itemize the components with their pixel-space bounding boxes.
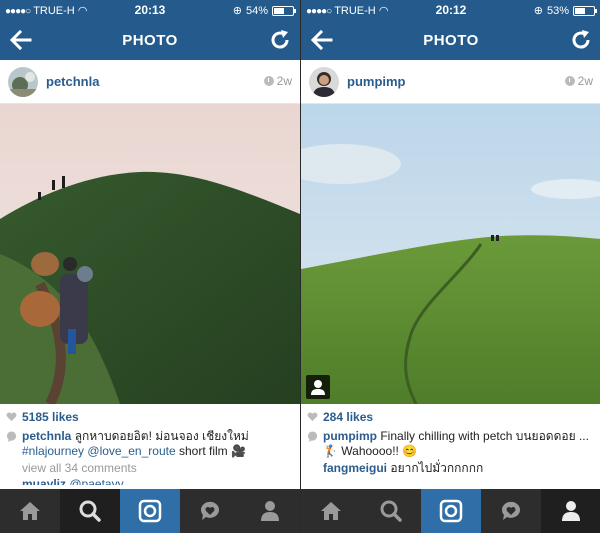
tab-activity[interactable] bbox=[481, 489, 541, 533]
activity-icon bbox=[501, 501, 520, 520]
post-header: pumpimp 2w bbox=[301, 60, 600, 104]
comment-username[interactable]: fangmeigui bbox=[323, 461, 387, 475]
tab-bar bbox=[0, 489, 300, 533]
post-caption: petchnla ลูกหาบดอยอิต! ม่อนจอง เชียงใหม่… bbox=[6, 429, 294, 459]
post-header: petchnla 2w bbox=[0, 60, 300, 104]
phone-screen-right: ●●●●○TRUE-H ◠ 20:12 ⊕ 53% PHOTO pumpimp bbox=[300, 0, 600, 533]
battery-indicator: ⊕ 53% bbox=[533, 4, 597, 17]
page-title: PHOTO bbox=[423, 32, 479, 49]
comment-bubble-icon bbox=[307, 431, 318, 442]
refresh-icon[interactable] bbox=[569, 28, 593, 52]
status-bar: ●●●●○ TRUE-H ◠ 20:13 ⊕ 54% bbox=[0, 0, 300, 20]
post-timestamp: 2w bbox=[263, 74, 292, 88]
comment: fangmeigui อยากไปมั่วกกกกก bbox=[323, 461, 595, 476]
tab-search[interactable] bbox=[361, 489, 421, 533]
home-icon bbox=[20, 502, 40, 520]
post-caption: pumpimp Finally chilling with petch บนยอ… bbox=[307, 429, 595, 459]
page-title: PHOTO bbox=[122, 32, 178, 49]
caption-username[interactable]: pumpimp bbox=[323, 429, 377, 443]
post-time-text: 2w bbox=[577, 74, 593, 88]
profile-icon bbox=[261, 501, 279, 521]
caption-text: pumpimp Finally chilling with petch บนยอ… bbox=[323, 429, 595, 459]
tab-home[interactable] bbox=[0, 489, 60, 533]
search-icon bbox=[79, 500, 101, 522]
heart-icon bbox=[307, 412, 318, 422]
hashtag-link[interactable]: #nlajourney bbox=[22, 444, 84, 458]
battery-indicator: ⊕ 54% bbox=[232, 4, 296, 17]
search-icon bbox=[380, 500, 402, 522]
post-username[interactable]: petchnla bbox=[46, 74, 99, 89]
post-photo[interactable] bbox=[301, 104, 600, 404]
lock-rotation-icon: ⊕ bbox=[533, 5, 543, 17]
battery-percent: 54% bbox=[245, 4, 268, 17]
likes-text: 5185 likes bbox=[22, 410, 79, 424]
caption-tail: short film bbox=[178, 444, 228, 458]
movie-camera-icon: 🎥 bbox=[231, 444, 246, 458]
people-tag-button[interactable] bbox=[306, 375, 330, 399]
nav-bar: PHOTO bbox=[0, 20, 300, 60]
nav-bar: PHOTO bbox=[301, 20, 600, 60]
tab-search[interactable] bbox=[60, 489, 120, 533]
comment-bubble-icon bbox=[6, 431, 17, 442]
view-all-comments-link[interactable]: view all 34 comments bbox=[22, 461, 294, 475]
battery-percent: 53% bbox=[546, 4, 569, 17]
avatar[interactable] bbox=[309, 67, 339, 97]
phone-screen-left: ●●●●○ TRUE-H ◠ 20:13 ⊕ 54% PHOTO petchnla bbox=[0, 0, 300, 533]
home-icon bbox=[321, 502, 341, 520]
likes-count[interactable]: 5185 likes bbox=[6, 409, 294, 425]
battery-icon bbox=[272, 5, 296, 16]
tab-camera[interactable] bbox=[120, 489, 180, 533]
avatar[interactable] bbox=[8, 67, 38, 97]
likes-text: 284 likes bbox=[323, 410, 374, 424]
refresh-icon[interactable] bbox=[268, 28, 292, 52]
battery-icon bbox=[573, 5, 597, 16]
post-photo[interactable] bbox=[0, 104, 300, 404]
camera-icon bbox=[138, 499, 162, 523]
lock-rotation-icon: ⊕ bbox=[232, 5, 242, 17]
comment-username[interactable]: muayliz bbox=[22, 477, 66, 485]
post-username[interactable]: pumpimp bbox=[347, 74, 406, 89]
clock-icon bbox=[564, 76, 575, 86]
likes-count[interactable]: 284 likes bbox=[307, 409, 595, 425]
post-timestamp: 2w bbox=[564, 74, 593, 88]
person-tag-icon bbox=[311, 380, 325, 395]
tab-profile[interactable] bbox=[240, 489, 300, 533]
post-meta: 284 likes pumpimp Finally chilling with … bbox=[301, 404, 600, 489]
caption-text: petchnla ลูกหาบดอยอิต! ม่อนจอง เชียงใหม่… bbox=[22, 429, 294, 459]
caption-username[interactable]: petchnla bbox=[22, 429, 71, 443]
tab-home[interactable] bbox=[301, 489, 361, 533]
profile-icon bbox=[562, 501, 580, 521]
activity-icon bbox=[200, 501, 219, 520]
tab-bar bbox=[301, 489, 600, 533]
post-meta: 5185 likes petchnla ลูกหาบดอยอิต! ม่อนจอ… bbox=[0, 404, 300, 489]
clock-icon bbox=[263, 76, 274, 86]
comment: muayliz @paetayy bbox=[22, 477, 294, 485]
tab-activity[interactable] bbox=[180, 489, 240, 533]
post-time-text: 2w bbox=[276, 74, 292, 88]
heart-icon bbox=[6, 412, 17, 422]
tab-camera[interactable] bbox=[421, 489, 481, 533]
tab-profile[interactable] bbox=[541, 489, 600, 533]
caption-body: ลูกหาบดอยอิต! ม่อนจอง เชียงใหม่ bbox=[74, 429, 249, 443]
camera-icon bbox=[439, 499, 463, 523]
comment-text: อยากไปมั่วกกกกก bbox=[390, 461, 484, 475]
comment-text: @paetayy bbox=[69, 477, 124, 485]
status-bar: ●●●●○ TRUE-H ◠ 20:12 ⊕ 53% bbox=[301, 0, 600, 20]
mention-link[interactable]: @love_en_route bbox=[87, 444, 175, 458]
